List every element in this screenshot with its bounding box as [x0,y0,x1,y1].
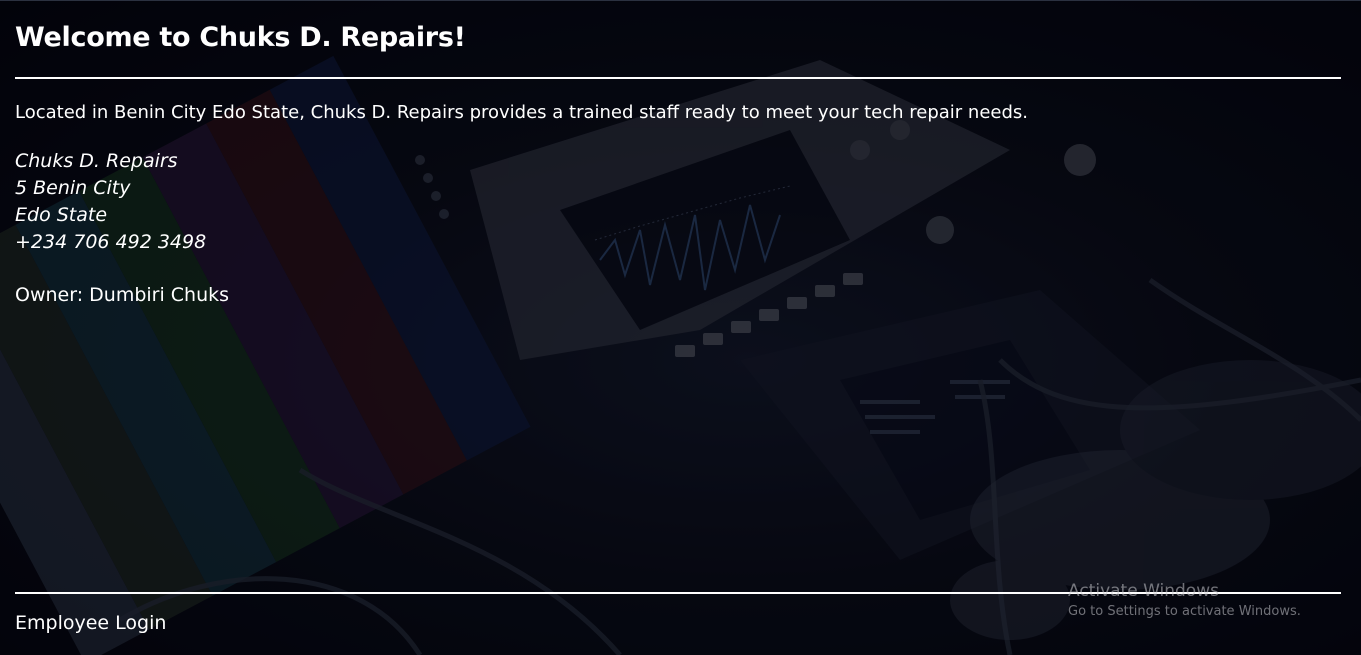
address-state: Edo State [15,204,108,226]
intro-paragraph: Located in Benin City Edo State, Chuks D… [15,102,1029,123]
business-address: Chuks D. Repairs 5 Benin City Edo State … [15,148,206,256]
background-image [0,0,1361,655]
top-edge-line [0,0,1361,1]
address-street: 5 Benin City [15,177,131,199]
watermark-title: Activate Windows [1068,581,1219,601]
address-business-name: Chuks D. Repairs [15,150,178,172]
background-photo-art [0,0,1361,655]
employee-login-link[interactable]: Employee Login [15,612,166,634]
page-title: Welcome to Chuks D. Repairs! [15,22,466,53]
address-phone: +234 706 492 3498 [15,231,207,253]
watermark-subtitle: Go to Settings to activate Windows. [1068,604,1301,619]
top-divider [15,77,1341,79]
owner-text: Owner: Dumbiri Chuks [15,284,230,306]
activate-windows-watermark: Activate Windows Go to Settings to activ… [1068,580,1301,622]
